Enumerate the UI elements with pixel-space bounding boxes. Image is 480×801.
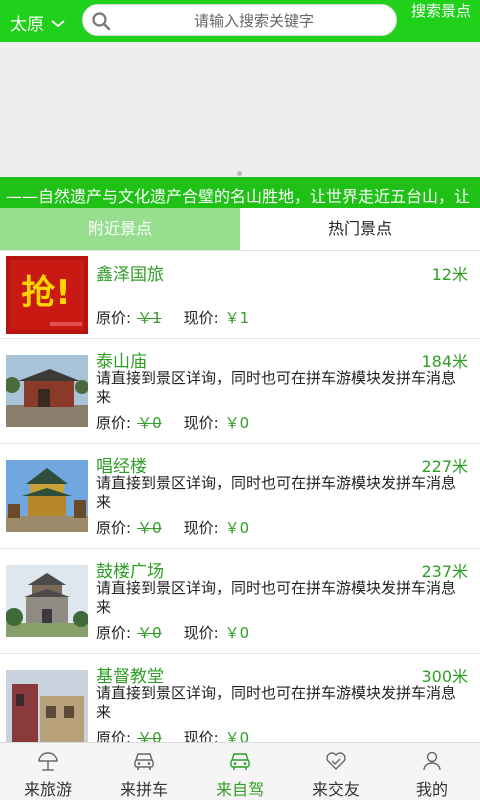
item-distance: 12米 bbox=[431, 265, 468, 284]
list-item[interactable]: 鼓楼广场 237米 请直接到景区详询，同时也可在拼车游模块发拼车消息来 原价: ￥… bbox=[0, 549, 480, 654]
nav-profile[interactable]: 我的 bbox=[384, 743, 480, 801]
user-icon bbox=[423, 751, 441, 771]
orig-price-label: 原价: bbox=[96, 624, 132, 642]
cur-price-label: 现价: bbox=[183, 729, 219, 742]
thumbnail: 抢! bbox=[6, 256, 88, 334]
city-label: 太原 bbox=[10, 15, 44, 35]
list-item[interactable]: 泰山庙 184米 请直接到景区详询，同时也可在拼车游模块发拼车消息来 原价: ￥0… bbox=[0, 339, 480, 444]
cur-price-label: 现价: bbox=[183, 309, 219, 327]
cur-price: ￥0 bbox=[224, 729, 250, 742]
temple-image bbox=[6, 355, 88, 427]
handshake-icon bbox=[326, 752, 346, 770]
orig-price: ￥1 bbox=[137, 309, 162, 327]
nav-label: 我的 bbox=[415, 780, 448, 799]
cur-price-label: 现价: bbox=[183, 624, 219, 642]
search-input[interactable] bbox=[117, 9, 391, 33]
church-image bbox=[6, 670, 88, 742]
orig-price: ￥0 bbox=[137, 519, 162, 537]
tab-nearby[interactable]: 附近景点 bbox=[0, 208, 240, 250]
scrolling-notice: ——自然遗产与文化遗产合璧的名山胜地，让世界走近五台山，让 bbox=[0, 177, 480, 208]
item-price: 原价: ￥0 现价: ￥0 bbox=[96, 412, 249, 433]
list-item[interactable]: 基督教堂 300米 请直接到景区详询，同时也可在拼车游模块发拼车消息来 原价: ￥… bbox=[0, 654, 480, 742]
svg-text:抢!: 抢! bbox=[21, 273, 71, 313]
item-price: 原价: ￥1 现价: ￥1 bbox=[96, 307, 249, 328]
orig-price: ￥0 bbox=[137, 624, 162, 642]
search-box[interactable] bbox=[82, 4, 397, 36]
orig-price: ￥0 bbox=[137, 729, 162, 742]
orig-price-label: 原价: bbox=[96, 519, 132, 537]
orig-price-label: 原价: bbox=[96, 414, 132, 432]
thumbnail bbox=[6, 670, 88, 742]
nav-label: 来自驾 bbox=[215, 780, 264, 799]
thumbnail bbox=[6, 355, 88, 427]
drum-tower-image bbox=[6, 565, 88, 637]
item-description: 请直接到景区详询，同时也可在拼车游模块发拼车消息来 bbox=[96, 579, 457, 616]
nav-label: 来拼车 bbox=[119, 780, 168, 799]
search-icon bbox=[92, 12, 111, 31]
orig-price-label: 原价: bbox=[96, 729, 132, 742]
thumbnail bbox=[6, 460, 88, 532]
carousel-indicator bbox=[237, 171, 242, 176]
thumbnail bbox=[6, 565, 88, 637]
nav-label: 来旅游 bbox=[23, 780, 72, 799]
nav-selfdrive[interactable]: 来自驾 bbox=[192, 743, 288, 801]
cur-price-label: 现价: bbox=[183, 519, 219, 537]
list-item[interactable]: 唱经楼 227米 请直接到景区详询，同时也可在拼车游模块发拼车消息来 原价: ￥0… bbox=[0, 444, 480, 549]
chevron-down-icon bbox=[51, 19, 65, 27]
orig-price-label: 原价: bbox=[96, 309, 132, 327]
nav-label: 来交友 bbox=[311, 780, 360, 799]
banner-carousel[interactable] bbox=[0, 42, 480, 177]
nav-travel[interactable]: 来旅游 bbox=[0, 743, 96, 801]
item-price: 原价: ￥0 现价: ￥0 bbox=[96, 727, 249, 742]
item-description: 请直接到景区详询，同时也可在拼车游模块发拼车消息来 bbox=[96, 369, 457, 406]
city-selector[interactable]: 太原 bbox=[10, 10, 66, 35]
promo-qiang-image: 抢! bbox=[6, 256, 88, 334]
item-name: 鑫泽国旅 bbox=[96, 265, 164, 285]
nav-friends[interactable]: 来交友 bbox=[288, 743, 384, 801]
item-description: 请直接到景区详询，同时也可在拼车游模块发拼车消息来 bbox=[96, 684, 457, 721]
tab-popular[interactable]: 热门景点 bbox=[240, 208, 480, 250]
attraction-list[interactable]: 抢! 鑫泽国旅 12米 原价: ￥1 现价: ￥1 泰山庙 184米 请直接到景区详询… bbox=[0, 251, 480, 742]
cur-price-label: 现价: bbox=[183, 414, 219, 432]
notice-text: ——自然遗产与文化遗产合璧的名山胜地，让世界走近五台山，让 bbox=[6, 187, 471, 206]
orig-price: ￥0 bbox=[137, 414, 162, 432]
bottom-navigation: 来旅游 来拼车 来自驾 来交友 我的 bbox=[0, 742, 480, 800]
pavilion-image bbox=[6, 460, 88, 532]
top-bar: 太原 搜索景点 bbox=[0, 0, 480, 42]
item-price: 原价: ￥0 现价: ￥0 bbox=[96, 622, 249, 643]
umbrella-icon bbox=[38, 752, 58, 771]
car-icon bbox=[230, 753, 250, 770]
item-price: 原价: ￥0 现价: ￥0 bbox=[96, 517, 249, 538]
car-front-icon bbox=[134, 753, 154, 770]
cur-price: ￥0 bbox=[224, 624, 250, 642]
nav-carpool[interactable]: 来拼车 bbox=[96, 743, 192, 801]
tab-bar: 附近景点 热门景点 bbox=[0, 208, 480, 251]
search-button[interactable]: 搜索景点 bbox=[408, 3, 474, 20]
cur-price: ￥0 bbox=[224, 414, 250, 432]
cur-price: ￥1 bbox=[224, 309, 250, 327]
list-item[interactable]: 抢! 鑫泽国旅 12米 原价: ￥1 现价: ￥1 bbox=[0, 251, 480, 339]
item-description: 请直接到景区详询，同时也可在拼车游模块发拼车消息来 bbox=[96, 474, 457, 511]
cur-price: ￥0 bbox=[224, 519, 250, 537]
